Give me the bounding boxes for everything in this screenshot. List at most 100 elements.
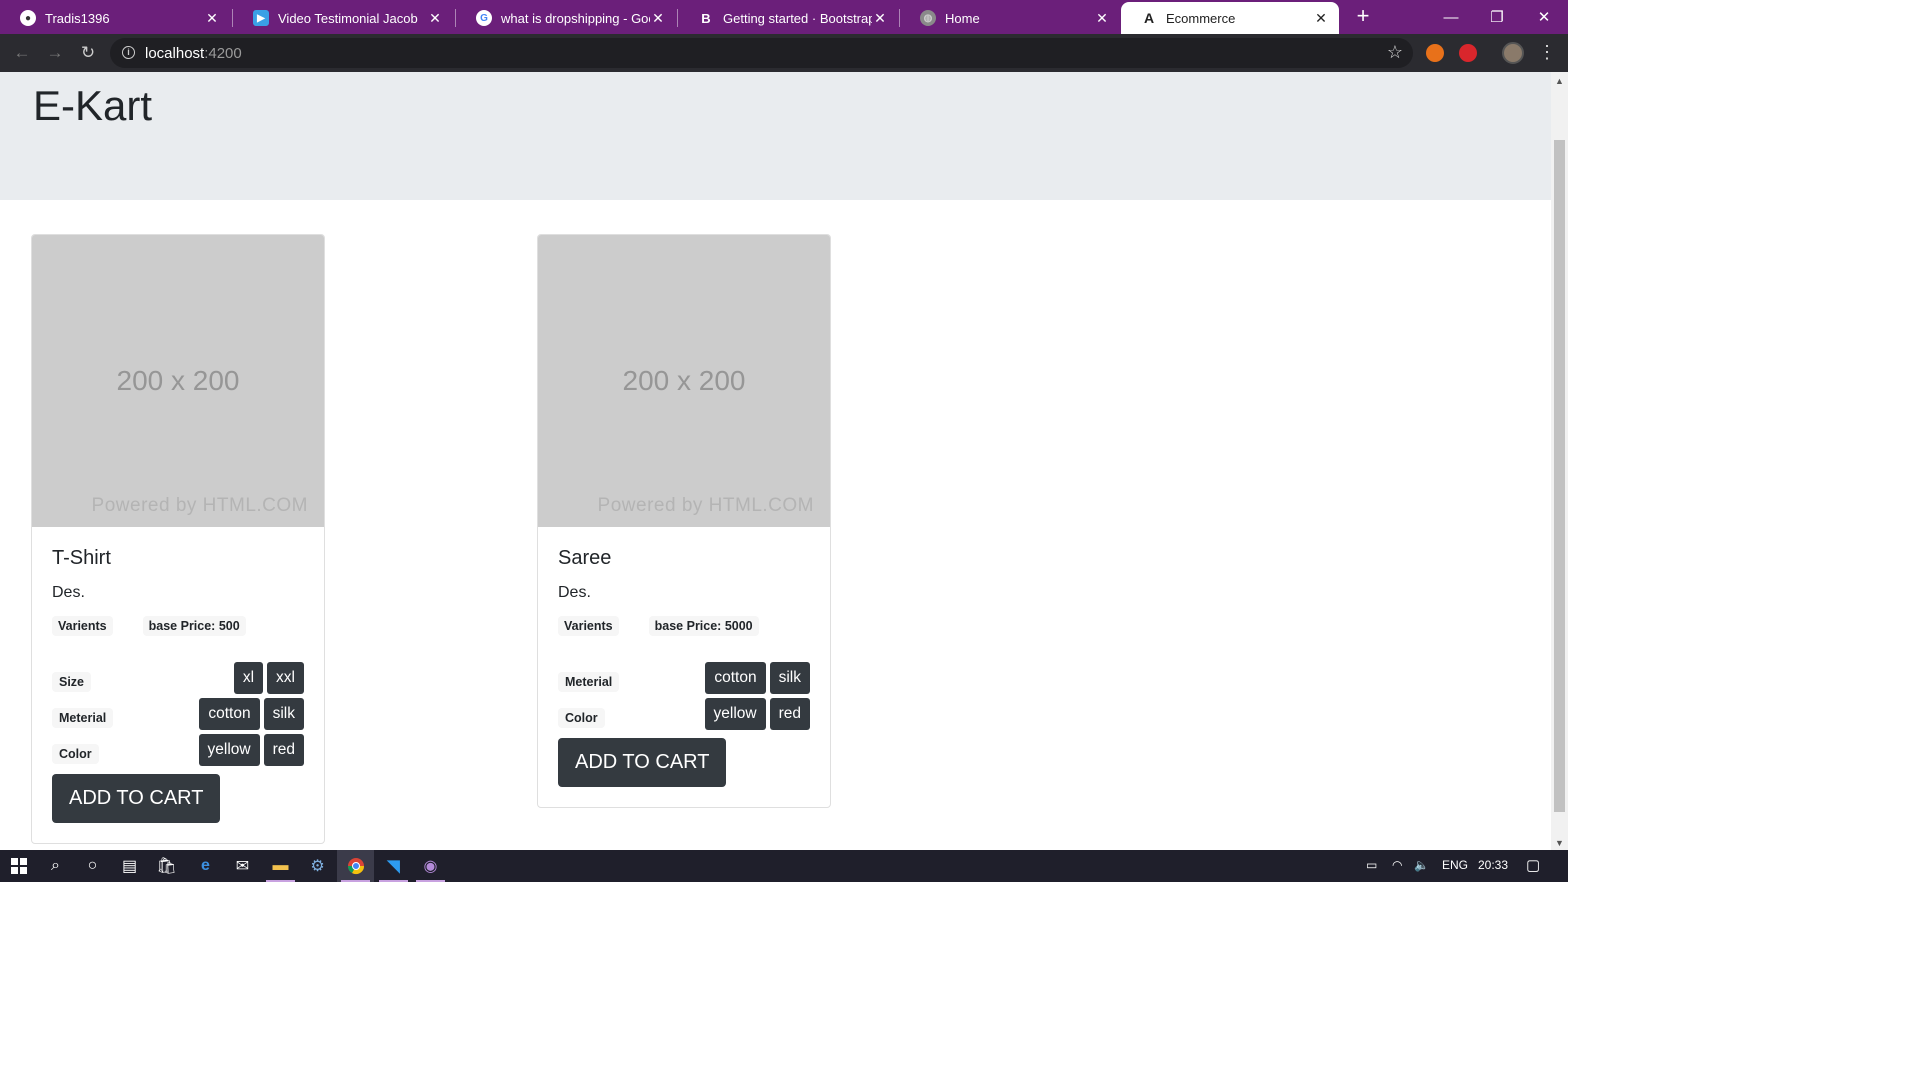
material-silk-button[interactable]: silk bbox=[263, 698, 304, 730]
address-bar[interactable]: i localhost:4200 ☆ bbox=[110, 38, 1413, 68]
tab-label: Getting started · Bootstrap bbox=[723, 10, 872, 26]
profile-avatar[interactable] bbox=[1502, 42, 1524, 64]
cortana-icon[interactable]: ○ bbox=[74, 850, 111, 882]
edge-icon[interactable]: e bbox=[187, 850, 224, 882]
chrome-icon[interactable] bbox=[337, 850, 374, 882]
color-red-button[interactable]: red bbox=[263, 734, 304, 766]
tab-ecommerce[interactable]: A Ecommerce ✕ bbox=[1121, 2, 1339, 34]
windows-start-icon[interactable] bbox=[0, 850, 37, 882]
windows-taskbar: ⌕ ○ ▤ 🛍 e ✉ ▬ ⚙ ◥ ◉ ▭ ◠ 🔈 ENG 20:33 ▢ bbox=[0, 850, 1568, 882]
image-credit-text: Powered by HTML.COM bbox=[91, 495, 308, 516]
mail-icon[interactable]: ✉ bbox=[224, 850, 261, 882]
language-indicator[interactable]: ENG bbox=[1442, 858, 1468, 872]
tab-home[interactable]: ◍ Home ✕ bbox=[900, 2, 1120, 34]
close-icon[interactable]: ✕ bbox=[1313, 10, 1329, 26]
tab-github[interactable]: ● Tradis1396 ✕ bbox=[0, 2, 230, 34]
github-icon: ● bbox=[20, 10, 36, 26]
restore-button[interactable]: ❐ bbox=[1474, 0, 1520, 34]
close-icon[interactable]: ✕ bbox=[427, 10, 443, 26]
option-row-color: Color yellow red bbox=[52, 732, 304, 768]
forward-button[interactable]: → bbox=[44, 42, 66, 64]
scroll-down-arrow-icon[interactable]: ▼ bbox=[1555, 838, 1564, 848]
material-cotton-button[interactable]: cotton bbox=[705, 662, 766, 694]
page-scrollbar[interactable]: ▲ ▼ bbox=[1551, 72, 1568, 850]
product-image-placeholder: 200 x 200 Powered by HTML.COM bbox=[32, 235, 324, 527]
material-cotton-button[interactable]: cotton bbox=[199, 698, 260, 730]
network-tool-icon[interactable]: ⚙ bbox=[299, 850, 336, 882]
wifi-icon[interactable]: ◠ bbox=[1392, 858, 1402, 872]
product-title: T-Shirt bbox=[52, 547, 111, 569]
url-host: localhost bbox=[145, 45, 205, 62]
size-xl-button[interactable]: xl bbox=[233, 662, 264, 694]
extension-hand-icon[interactable] bbox=[1459, 44, 1477, 62]
image-dims-text: 200 x 200 bbox=[622, 365, 746, 396]
scroll-up-arrow-icon[interactable]: ▲ bbox=[1555, 76, 1564, 86]
url-port: :4200 bbox=[204, 45, 242, 62]
reload-button[interactable]: ↻ bbox=[77, 42, 99, 64]
option-row-color: Color yellow red bbox=[558, 696, 810, 732]
back-button[interactable]: ← bbox=[11, 42, 33, 64]
url-text: localhost:4200 bbox=[145, 45, 242, 62]
material-silk-button[interactable]: silk bbox=[769, 662, 810, 694]
product-image-placeholder: 200 x 200 Powered by HTML.COM bbox=[538, 235, 830, 527]
tab-label: Home bbox=[945, 10, 980, 26]
tab-label: Video Testimonial Jacob bbox=[278, 10, 418, 26]
notification-icon[interactable]: ▢ bbox=[1526, 856, 1540, 874]
tab-google-search[interactable]: G what is dropshipping - Goog ✕ bbox=[456, 2, 676, 34]
tab-label: Tradis1396 bbox=[45, 10, 110, 26]
minimize-button[interactable]: — bbox=[1428, 0, 1474, 34]
tab-bar: ● Tradis1396 ✕ ▶ Video Testimonial Jacob… bbox=[0, 0, 1568, 34]
tab-label: what is dropshipping - Goog bbox=[501, 10, 650, 26]
option-row-material: Meterial cotton silk bbox=[558, 660, 810, 696]
bootstrap-icon: B bbox=[701, 10, 711, 26]
google-icon: G bbox=[476, 10, 492, 26]
add-to-cart-button[interactable]: ADD TO CART bbox=[558, 738, 727, 787]
image-dims-text: 200 x 200 bbox=[116, 365, 240, 396]
option-row-size: Size xl xxl bbox=[52, 660, 304, 696]
close-window-button[interactable]: ✕ bbox=[1521, 0, 1567, 34]
color-yellow-button[interactable]: yellow bbox=[704, 698, 766, 730]
volume-icon[interactable]: 🔈 bbox=[1414, 858, 1429, 872]
close-icon[interactable]: ✕ bbox=[1094, 10, 1110, 26]
color-yellow-button[interactable]: yellow bbox=[198, 734, 260, 766]
size-xxl-button[interactable]: xxl bbox=[267, 662, 304, 694]
task-view-icon[interactable]: ▤ bbox=[111, 850, 148, 882]
store-icon[interactable]: 🛍 bbox=[148, 850, 185, 882]
scroll-thumb[interactable] bbox=[1554, 140, 1565, 812]
variants-badge: Varients bbox=[558, 616, 619, 636]
bookmark-star-icon[interactable]: ☆ bbox=[1387, 42, 1403, 63]
product-title: Saree bbox=[558, 547, 612, 569]
page-viewport: E-Kart 200 x 200 Powered by HTML.COM T-S… bbox=[0, 72, 1551, 850]
video-icon: ▶ bbox=[253, 10, 269, 26]
clock[interactable]: 20:33 bbox=[1478, 858, 1508, 872]
option-label-color: Color bbox=[52, 744, 99, 764]
option-label-size: Size bbox=[52, 672, 92, 692]
info-icon[interactable]: i bbox=[122, 46, 135, 59]
browser-menu-icon[interactable]: ⋮ bbox=[1538, 42, 1556, 62]
close-icon[interactable]: ✕ bbox=[204, 10, 220, 26]
tab-video-testimonial[interactable]: ▶ Video Testimonial Jacob ✕ bbox=[233, 2, 453, 34]
file-explorer-icon[interactable]: ▬ bbox=[262, 850, 299, 882]
battery-icon[interactable]: ▭ bbox=[1366, 858, 1377, 872]
product-description: Des. bbox=[558, 584, 591, 601]
app-circle-icon[interactable]: ◉ bbox=[412, 850, 449, 882]
browser-toolbar: ← → ↻ i localhost:4200 ☆ ⋮ bbox=[0, 34, 1568, 72]
tab-bootstrap[interactable]: B Getting started · Bootstrap ✕ bbox=[678, 2, 898, 34]
close-icon[interactable]: ✕ bbox=[872, 10, 888, 26]
header-jumbotron: E-Kart bbox=[0, 72, 1551, 200]
option-label-color: Color bbox=[558, 708, 605, 728]
vscode-icon[interactable]: ◥ bbox=[375, 850, 412, 882]
image-credit-text: Powered by HTML.COM bbox=[597, 495, 814, 516]
option-label-material: Meterial bbox=[52, 708, 114, 728]
extension-fire-icon[interactable] bbox=[1426, 44, 1444, 62]
page-title: E-Kart bbox=[33, 82, 153, 129]
product-description: Des. bbox=[52, 584, 85, 601]
add-to-cart-button[interactable]: ADD TO CART bbox=[52, 774, 221, 823]
base-price-badge: base Price: 500 bbox=[142, 616, 246, 636]
color-red-button[interactable]: red bbox=[769, 698, 810, 730]
close-icon[interactable]: ✕ bbox=[650, 10, 666, 26]
search-icon[interactable]: ⌕ bbox=[37, 850, 74, 882]
option-label-material: Meterial bbox=[558, 672, 620, 692]
new-tab-button[interactable]: + bbox=[1352, 5, 1374, 28]
base-price-badge: base Price: 5000 bbox=[648, 616, 759, 636]
